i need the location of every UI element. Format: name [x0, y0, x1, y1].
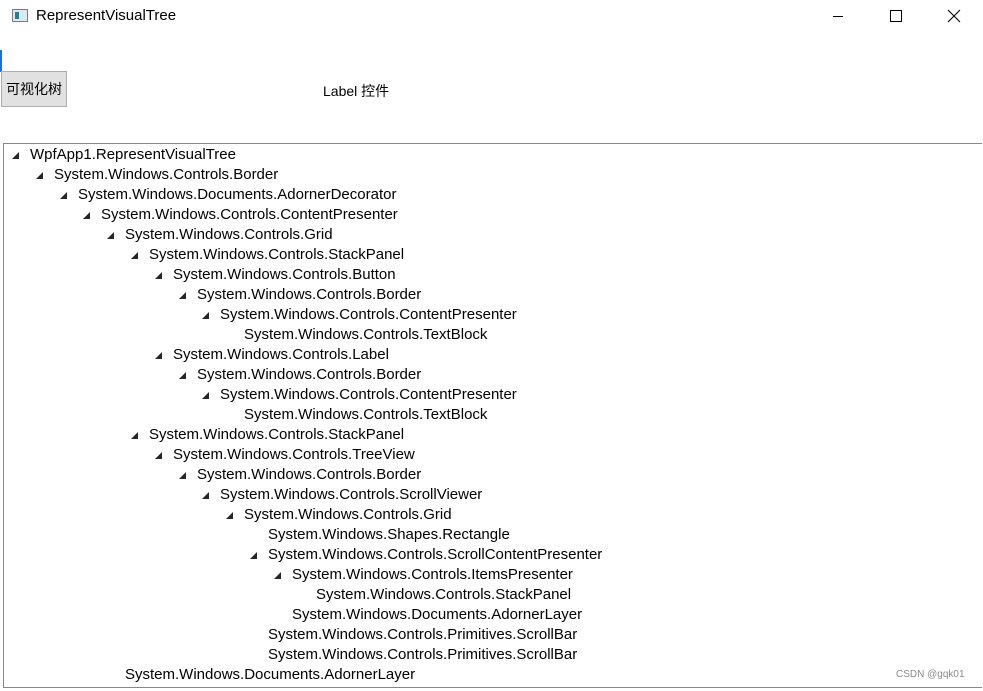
tree-item-label: System.Windows.Controls.ContentPresenter	[220, 306, 517, 323]
tree-item[interactable]: System.Windows.Controls.Grid	[4, 505, 979, 525]
tree-item-label: System.Windows.Controls.ContentPresenter	[101, 206, 398, 223]
tree-item[interactable]: System.Windows.Controls.StackPanel	[4, 245, 979, 265]
expanded-triangle-icon[interactable]	[130, 251, 140, 261]
tree-item-label: System.Windows.Controls.Border	[197, 366, 422, 383]
expanded-triangle-icon[interactable]	[130, 431, 140, 441]
window-title: RepresentVisualTree	[36, 7, 177, 24]
tree-item-label: WpfApp1.RepresentVisualTree	[30, 146, 236, 163]
tree-item-label: System.Windows.Controls.StackPanel	[149, 246, 405, 263]
expanded-triangle-icon[interactable]	[106, 231, 116, 241]
watermark: CSDN @gqk01	[896, 669, 965, 680]
expanded-triangle-icon[interactable]	[249, 551, 259, 561]
expanded-triangle-icon[interactable]	[178, 371, 188, 381]
expanded-triangle-icon[interactable]	[154, 451, 164, 461]
tree-item[interactable]: System.Windows.Documents.AdornerLayer	[4, 665, 979, 685]
expanded-triangle-icon[interactable]	[154, 271, 164, 281]
tree-item-label: System.Windows.Controls.Primitives.Scrol…	[268, 626, 578, 643]
tree-item-label: System.Windows.Controls.Border	[54, 166, 279, 183]
expanded-triangle-icon[interactable]	[201, 491, 211, 501]
tree-item-label: System.Windows.Documents.AdornerLayer	[125, 666, 416, 683]
tree-item[interactable]: System.Windows.Controls.ScrollViewer	[4, 485, 979, 505]
tree-item[interactable]: System.Windows.Controls.Border	[4, 165, 979, 185]
expanded-triangle-icon[interactable]	[178, 291, 188, 301]
tree-item-label: System.Windows.Controls.Button	[173, 266, 396, 283]
tree-item[interactable]: System.Windows.Controls.TextBlock	[4, 325, 979, 345]
tree-item[interactable]: WpfApp1.RepresentVisualTree	[4, 145, 979, 165]
tree-item-label: System.Windows.Shapes.Rectangle	[268, 526, 510, 543]
tree-item[interactable]: System.Windows.Controls.Border	[4, 285, 979, 305]
tree-item[interactable]: System.Windows.Controls.ContentPresenter	[4, 305, 979, 325]
expanded-triangle-icon[interactable]	[154, 351, 164, 361]
tree-item-label: System.Windows.Controls.ScrollViewer	[220, 486, 483, 503]
tree-item-label: System.Windows.Controls.Grid	[125, 226, 333, 243]
expanded-triangle-icon[interactable]	[59, 191, 69, 201]
tree-item-label: System.Windows.Controls.StackPanel	[316, 586, 572, 603]
tree-item[interactable]: System.Windows.Shapes.Rectangle	[4, 525, 979, 545]
tree-item-label: System.Windows.Controls.Primitives.Scrol…	[268, 646, 578, 663]
tree-item-label: System.Windows.Controls.ItemsPresenter	[292, 566, 573, 583]
tree-item-label: System.Windows.Controls.TreeView	[173, 446, 415, 463]
tree-item[interactable]: System.Windows.Controls.ContentPresenter	[4, 385, 979, 405]
expanded-triangle-icon[interactable]	[82, 211, 92, 221]
tree-item-label: System.Windows.Controls.TextBlock	[244, 406, 488, 423]
maximize-button[interactable]	[873, 0, 919, 32]
close-button[interactable]	[931, 0, 977, 32]
expanded-triangle-icon[interactable]	[273, 571, 283, 581]
tree-item[interactable]: System.Windows.Controls.StackPanel	[4, 425, 979, 445]
expanded-triangle-icon[interactable]	[201, 311, 211, 321]
tree-item-label: System.Windows.Controls.StackPanel	[149, 426, 405, 443]
tree-item-label: System.Windows.Controls.Border	[197, 466, 422, 483]
tree-item[interactable]: System.Windows.Controls.ItemsPresenter	[4, 565, 979, 585]
app-window: RepresentVisualTree 可视化树 Label 控件 WpfApp…	[0, 0, 983, 691]
tree-item-label: System.Windows.Controls.Grid	[244, 506, 452, 523]
tree-item-label: System.Windows.Controls.TextBlock	[244, 326, 488, 343]
title-bar[interactable]: RepresentVisualTree	[0, 0, 983, 32]
tree-item[interactable]: System.Windows.Documents.AdornerLayer	[4, 605, 979, 625]
tree-item[interactable]: System.Windows.Controls.Primitives.Scrol…	[4, 625, 979, 645]
label-control: Label 控件	[323, 83, 390, 99]
tree-item[interactable]: System.Windows.Controls.StackPanel	[4, 585, 979, 605]
tree-item[interactable]: System.Windows.Controls.Border	[4, 365, 979, 385]
visualize-tree-button[interactable]: 可视化树	[1, 71, 67, 107]
minimize-icon	[833, 16, 843, 17]
minimize-button[interactable]	[815, 0, 861, 32]
tree-item[interactable]: System.Windows.Controls.Grid	[4, 225, 979, 245]
tree-item[interactable]: System.Windows.Controls.TreeView	[4, 445, 979, 465]
expanded-triangle-icon[interactable]	[225, 511, 235, 521]
visual-tree-view[interactable]: WpfApp1.RepresentVisualTree System.Window…	[3, 143, 982, 688]
tree-item[interactable]: System.Windows.Controls.Border	[4, 465, 979, 485]
close-icon	[947, 9, 961, 23]
maximize-icon	[890, 10, 902, 22]
tree-item-label: System.Windows.Controls.ScrollContentPre…	[268, 546, 603, 563]
tree-item[interactable]: System.Windows.Controls.ScrollContentPre…	[4, 545, 979, 565]
expanded-triangle-icon[interactable]	[35, 171, 45, 181]
tree-item-label: System.Windows.Documents.AdornerLayer	[292, 606, 583, 623]
window-app-icon	[12, 9, 28, 22]
expanded-triangle-icon[interactable]	[11, 151, 21, 161]
tree-item[interactable]: System.Windows.Documents.AdornerDecorato…	[4, 185, 979, 205]
tree-item[interactable]: System.Windows.Controls.ContentPresenter	[4, 205, 979, 225]
tree-item-label: System.Windows.Controls.Border	[197, 286, 422, 303]
tree-item[interactable]: System.Windows.Controls.TextBlock	[4, 405, 979, 425]
tree-item[interactable]: System.Windows.Controls.Button	[4, 265, 979, 285]
expanded-triangle-icon[interactable]	[178, 471, 188, 481]
tree-item-label: System.Windows.Controls.Label	[173, 346, 389, 363]
tree-item-label: System.Windows.Documents.AdornerDecorato…	[78, 186, 397, 203]
tree-item[interactable]: System.Windows.Controls.Label	[4, 345, 979, 365]
focus-accent-strip	[0, 50, 2, 72]
tree-item-label: System.Windows.Controls.ContentPresenter	[220, 386, 517, 403]
tree-item[interactable]: System.Windows.Controls.Primitives.Scrol…	[4, 645, 979, 665]
expanded-triangle-icon[interactable]	[201, 391, 211, 401]
